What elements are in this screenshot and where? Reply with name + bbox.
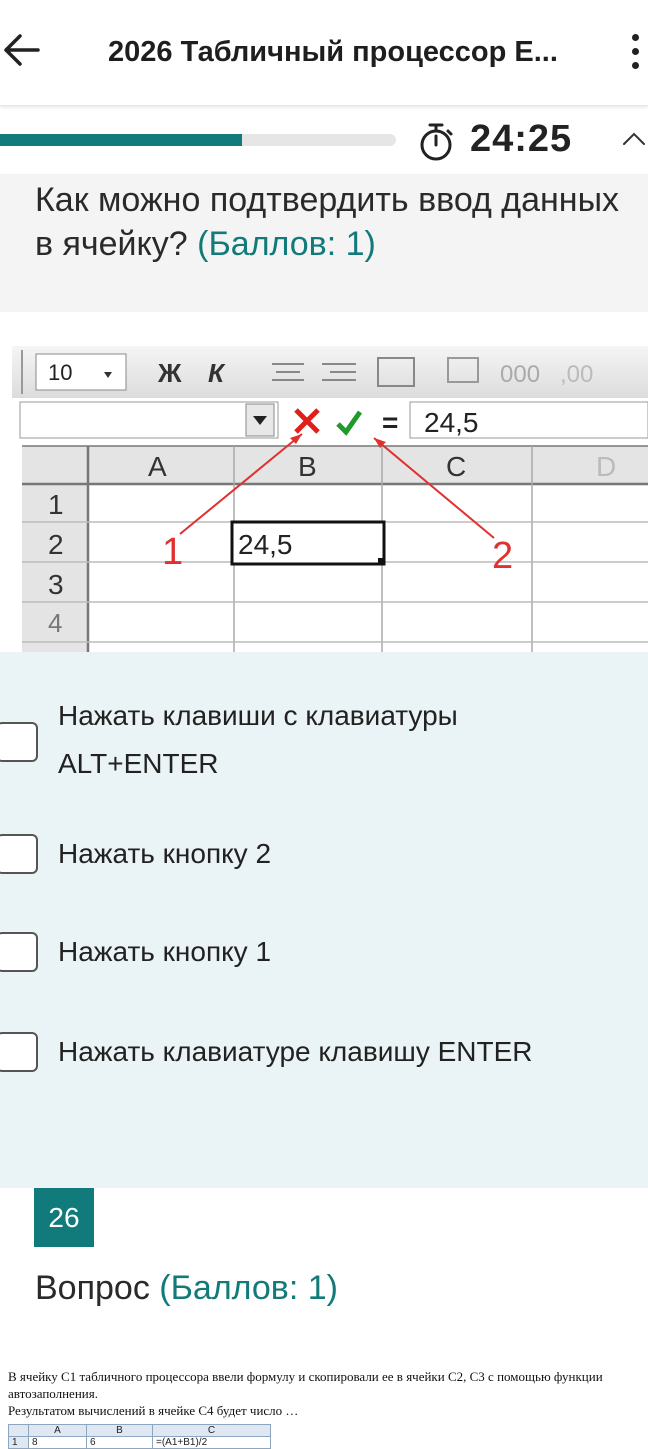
mini-col-c: C [152, 1424, 271, 1437]
option-3-checkbox[interactable] [0, 932, 38, 972]
thousands-icon: 000 [500, 361, 540, 388]
callout-2: 2 [492, 535, 513, 577]
option-2-checkbox[interactable] [0, 834, 38, 874]
row-header-4: 4 [48, 608, 62, 638]
mini-row-1-header: 1 [8, 1436, 29, 1449]
chevron-up-icon [623, 132, 645, 145]
decimals-icon: ,00 [560, 361, 593, 388]
mini-cell-c1: =(A1+B1)/2 [152, 1436, 271, 1449]
question-image: 10 Ж К 000 ,00 = 24,5 A B C D 1 2 3 4 24… [12, 346, 648, 652]
mini-spreadsheet: A B C 1 8 6 =(A1+B1)/2 [8, 1424, 271, 1449]
question-number-badge: 26 [34, 1188, 94, 1247]
question-text: Как можно подтвердить ввод данных в ячей… [35, 178, 625, 266]
option-4-label: Нажать клавиатуре клавишу ENTER [58, 1036, 533, 1067]
arrow-left-icon [4, 34, 40, 66]
mini-corner [8, 1424, 29, 1437]
progress-fill [0, 134, 242, 146]
next-question-label: Вопрос [35, 1269, 150, 1307]
italic-button: К [208, 358, 226, 388]
row-header-2: 2 [48, 529, 64, 560]
next-question-text: В ячейку C1 табличного процессора ввели … [8, 1368, 638, 1419]
page-title: 2026 Табличный процессор E... [108, 36, 558, 68]
option-1-label: Нажать клавиши с клавиатуры ALT+ENTER [58, 700, 458, 779]
option-2[interactable]: Нажать кнопку 2 [0, 828, 648, 876]
col-header-d: D [596, 451, 616, 482]
option-2-label: Нажать кнопку 2 [58, 838, 272, 869]
app-header: 2026 Табличный процессор E... [0, 0, 648, 106]
mini-cell-a1: 8 [28, 1436, 87, 1449]
option-4-checkbox[interactable] [0, 1032, 38, 1072]
bold-button: Ж [157, 358, 182, 388]
more-menu-button[interactable] [622, 30, 648, 74]
question-block: Как можно подтвердить ввод данных в ячей… [0, 174, 648, 312]
col-header-b: B [298, 451, 317, 482]
row-header-1: 1 [48, 489, 64, 520]
next-question-image: В ячейку C1 табличного процессора ввели … [0, 1356, 648, 1449]
option-4[interactable]: Нажать клавиатуре клавишу ENTER [0, 1026, 648, 1074]
question-points: (Баллов: 1) [197, 225, 376, 263]
col-header-c: C [446, 451, 466, 482]
option-3[interactable]: Нажать кнопку 1 [0, 928, 648, 976]
next-question-line-2: Результатом вычислений в ячейке C4 будет… [8, 1403, 299, 1418]
progress-row: 24:25 [0, 110, 648, 174]
back-button[interactable] [0, 28, 44, 72]
answer-options: Нажать клавиши с клавиатуры ALT+ENTER На… [0, 652, 648, 1188]
cell-b2: 24,5 [238, 529, 293, 560]
mini-cell-b1: 6 [86, 1436, 153, 1449]
timer-value: 24:25 [470, 118, 573, 160]
col-header-a: A [148, 451, 167, 482]
stopwatch-icon [420, 123, 453, 161]
font-size-box: 10 [48, 360, 72, 385]
option-1[interactable]: Нажать клавиши с клавиатуры ALT+ENTER [0, 698, 648, 794]
mini-col-a: A [28, 1424, 87, 1437]
next-question-title: Вопрос (Баллов: 1) [35, 1264, 338, 1312]
row-header-3: 3 [48, 569, 64, 600]
next-question-points: (Баллов: 1) [159, 1269, 338, 1307]
next-question-line-1: В ячейку C1 табличного процессора ввели … [8, 1369, 603, 1401]
callout-1: 1 [162, 531, 183, 573]
progress-bar [0, 134, 396, 146]
formula-value: 24,5 [424, 407, 479, 438]
collapse-button[interactable] [620, 124, 648, 152]
option-1-checkbox[interactable] [0, 722, 38, 762]
option-3-label: Нажать кнопку 1 [58, 936, 272, 967]
equals-icon: = [382, 407, 398, 438]
mini-col-b: B [86, 1424, 153, 1437]
